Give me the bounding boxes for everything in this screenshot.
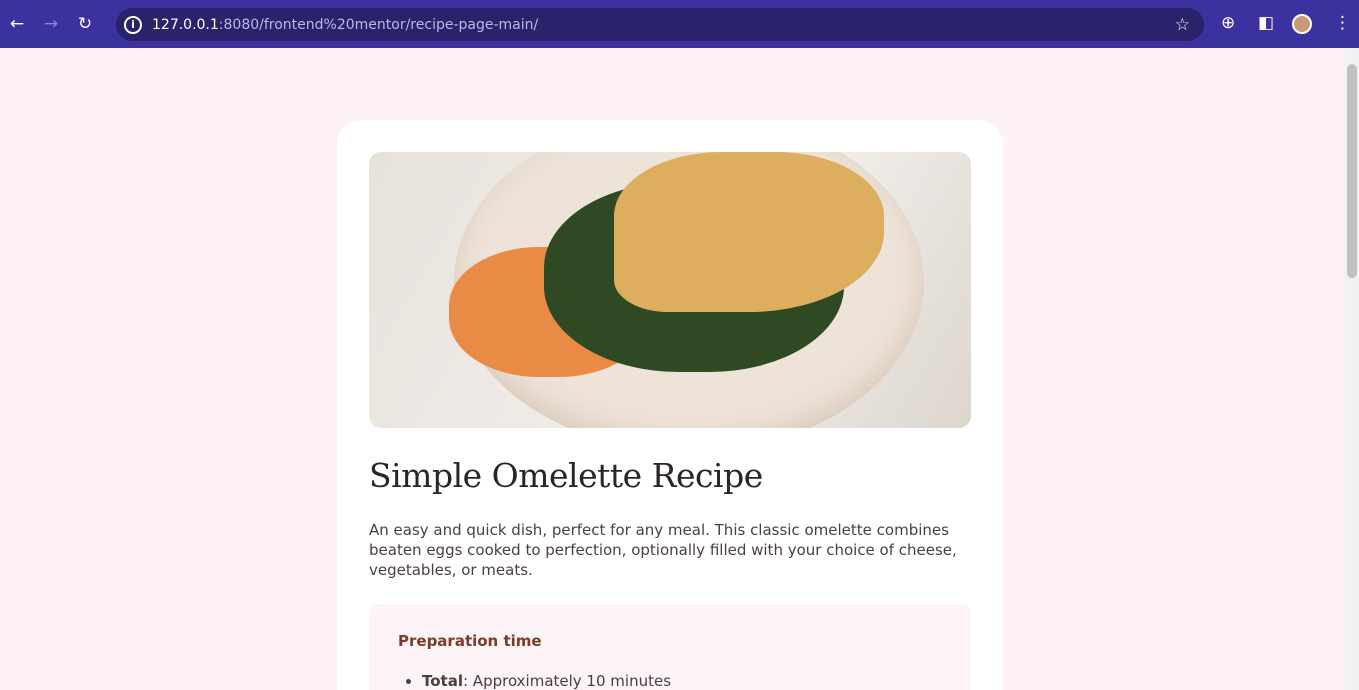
address-bar[interactable]: i 127.0.0.1:8080/frontend%20mentor/recip… xyxy=(116,8,1204,41)
recipe-card: Simple Omelette Recipe An easy and quick… xyxy=(337,120,1003,690)
menu-icon[interactable]: ⋮ xyxy=(1334,13,1351,33)
url-host: 127.0.0.1 xyxy=(152,16,219,33)
side-panel-icon[interactable]: ◧ xyxy=(1258,13,1274,33)
prep-item: Total: Approximately 10 minutes xyxy=(422,672,942,690)
recipe-description: An easy and quick dish, perfect for any … xyxy=(369,521,957,579)
profile-avatar[interactable] xyxy=(1292,14,1312,34)
back-icon[interactable]: ← xyxy=(0,14,34,34)
prep-heading: Preparation time xyxy=(398,632,542,650)
download-icon[interactable]: ⊕ xyxy=(1221,13,1235,33)
page-viewport: Simple Omelette Recipe An easy and quick… xyxy=(0,48,1345,690)
recipe-title: Simple Omelette Recipe xyxy=(369,456,763,495)
browser-toolbar: ← → ↻ i 127.0.0.1:8080/frontend%20mentor… xyxy=(0,0,1359,48)
preparation-time-section: Preparation time Total: Approximately 10… xyxy=(369,604,971,690)
scrollbar-thumb[interactable] xyxy=(1347,64,1357,278)
omelette-image xyxy=(369,152,971,428)
info-icon[interactable]: i xyxy=(124,15,142,34)
reload-icon[interactable]: ↻ xyxy=(68,14,102,34)
url-path: :8080/frontend%20mentor/recipe-page-main… xyxy=(218,16,539,33)
scrollbar[interactable] xyxy=(1345,48,1359,690)
bookmark-star-icon[interactable]: ☆ xyxy=(1175,15,1190,35)
forward-icon[interactable]: → xyxy=(34,14,68,34)
url-text: 127.0.0.1:8080/frontend%20mentor/recipe-… xyxy=(152,17,538,33)
prep-item-value: : Approximately 10 minutes xyxy=(462,672,672,690)
prep-item-label: Total xyxy=(422,672,463,690)
